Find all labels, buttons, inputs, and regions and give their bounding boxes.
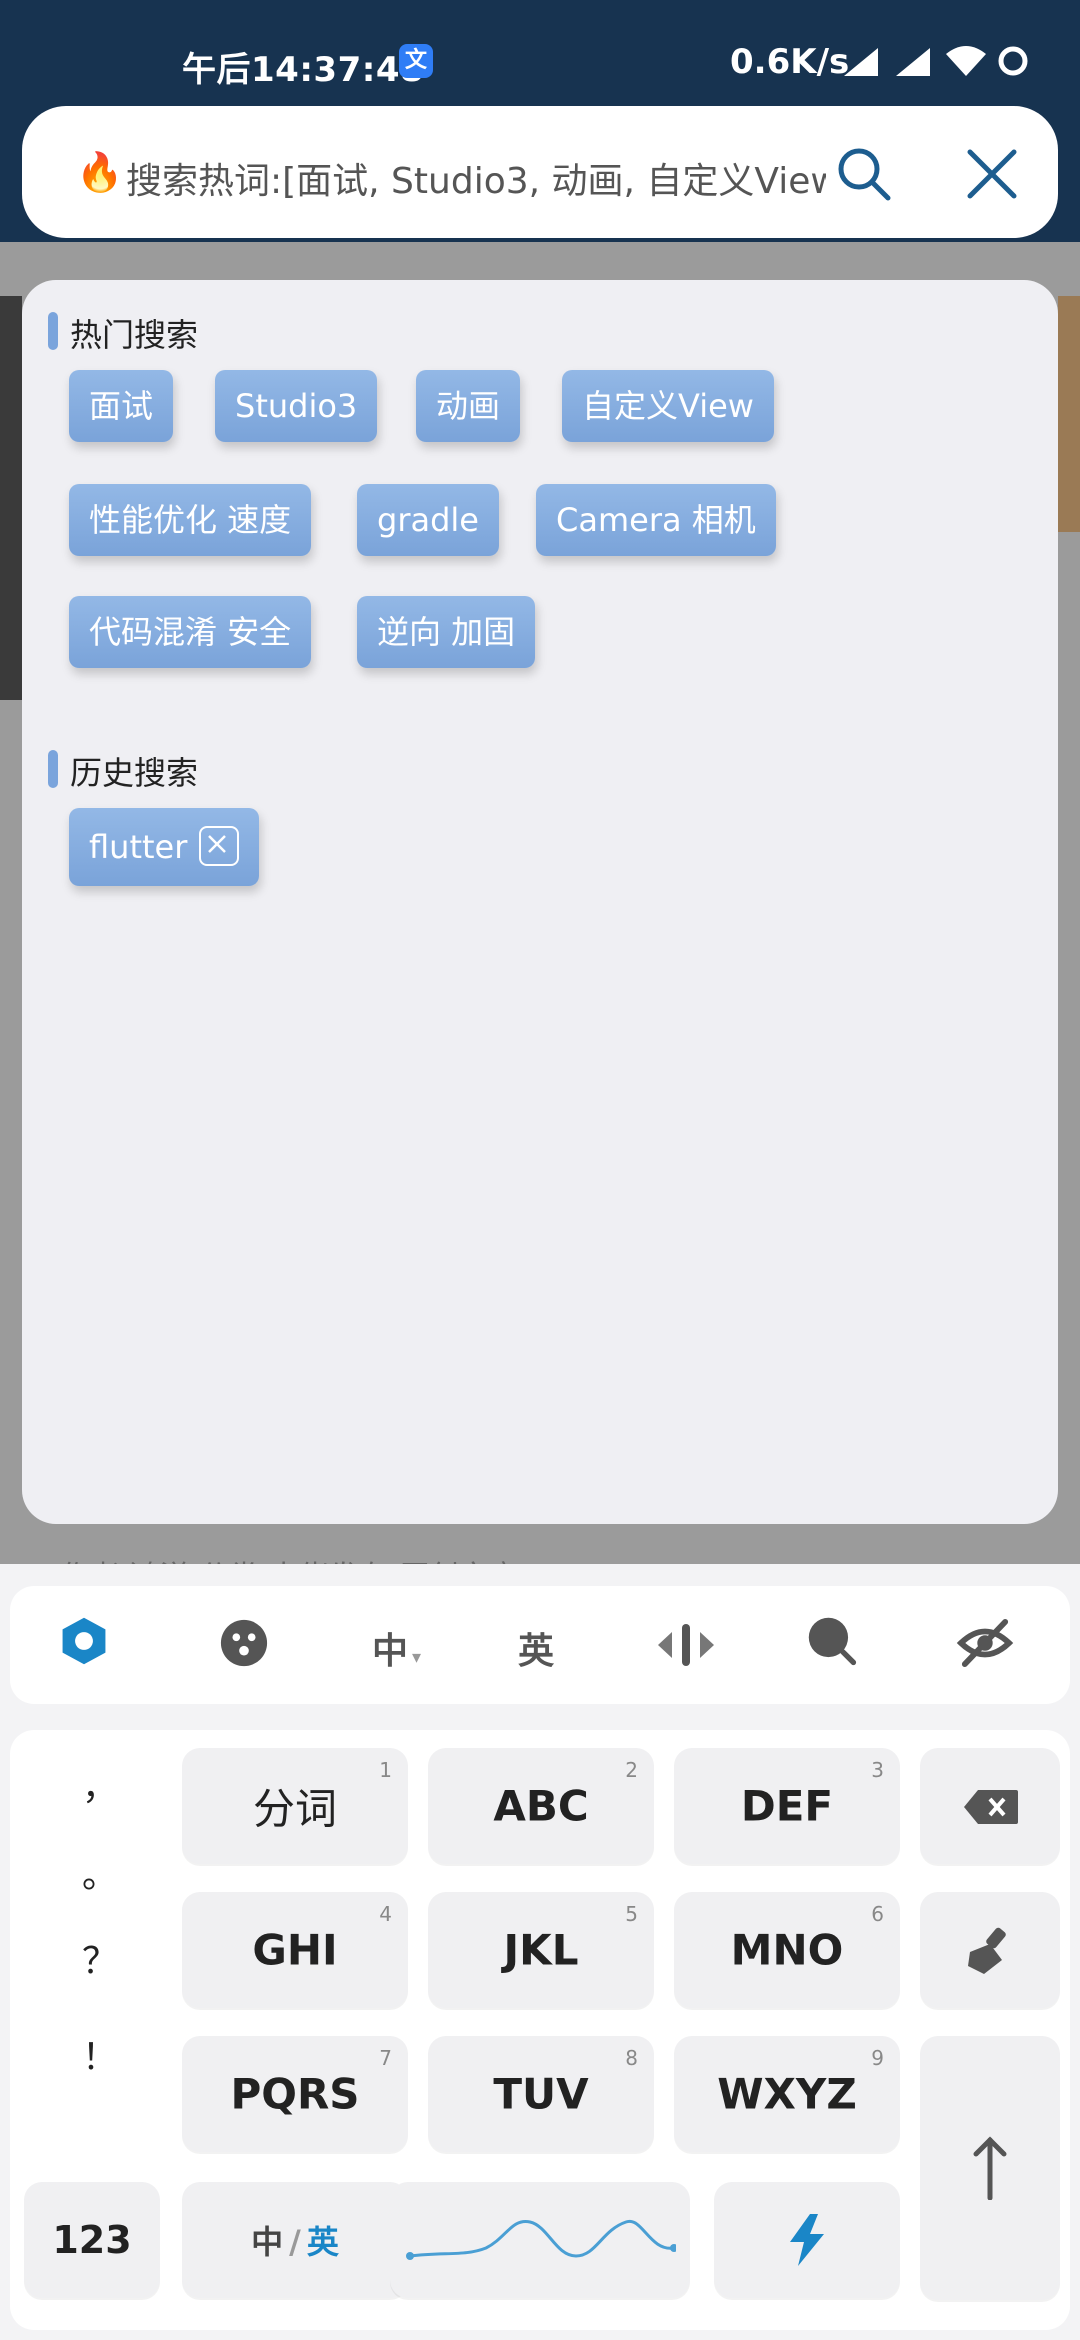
backspace-key[interactable] — [920, 1748, 1060, 1864]
signal-icon — [896, 48, 930, 76]
signal-icon — [844, 48, 878, 76]
backspace-icon — [964, 1790, 1018, 1824]
hot-tag[interactable]: Studio3 — [215, 370, 378, 442]
search-icon[interactable] — [834, 144, 894, 204]
key-1[interactable]: 1 分词 — [182, 1748, 408, 1864]
close-icon[interactable] — [962, 144, 1022, 204]
keyboard: 中 ▾ 英 ， 。 ？ ！ 1 分词 2 ABC 3 DEF 4 GHI 5 J… — [0, 1564, 1080, 2340]
header: 午后14:37:48 文 0.6K/s 🔥 搜索热词:[面试, Studio3,… — [0, 0, 1080, 242]
fire-icon: 🔥 — [76, 150, 124, 194]
hot-tag[interactable]: 逆向 加固 — [357, 596, 536, 668]
status-bar: 午后14:37:48 文 0.6K/s — [0, 42, 1080, 90]
quick-phrase-key[interactable] — [714, 2182, 900, 2298]
key-3[interactable]: 3 DEF — [674, 1748, 900, 1864]
hide-keyboard-icon[interactable] — [956, 1618, 1014, 1668]
cursor-move-icon[interactable] — [656, 1620, 716, 1670]
hot-tag[interactable]: 动画 — [416, 370, 521, 442]
voice-wave-icon — [406, 2219, 676, 2260]
history-search-title: 历史搜索 — [47, 748, 198, 794]
lightning-icon — [790, 2214, 824, 2266]
english-mode-button[interactable]: 英 — [518, 1622, 554, 1672]
history-item-label: flutter — [89, 828, 188, 866]
space-key[interactable] — [390, 2182, 690, 2298]
key-7[interactable]: 7 PQRS — [182, 2036, 408, 2152]
search-input[interactable]: 🔥 搜索热词:[面试, Studio3, 动画, 自定义View, 性能优化 速… — [22, 106, 1058, 238]
key-8[interactable]: 8 TUV — [428, 2036, 654, 2152]
search-panel: 热门搜索 面试 Studio3 动画 自定义View 性能优化 速度 gradl… — [22, 280, 1058, 1524]
emoji-icon[interactable] — [218, 1618, 270, 1668]
punct-key[interactable]: ！ — [82, 2028, 118, 2080]
key-2[interactable]: 2 ABC — [428, 1748, 654, 1864]
arrow-up-icon — [973, 2136, 1007, 2200]
key-6[interactable]: 6 MNO — [674, 1892, 900, 2008]
hot-tag[interactable]: 面试 — [69, 370, 174, 442]
translate-app-icon: 文 — [399, 44, 433, 78]
punct-key[interactable]: 。 — [82, 1846, 118, 1898]
punct-key[interactable]: ， — [82, 1758, 118, 1810]
key-5[interactable]: 5 JKL — [428, 1892, 654, 2008]
numeric-key[interactable]: 123 — [24, 2182, 160, 2298]
history-item[interactable]: flutter — [69, 808, 260, 886]
hot-tag[interactable]: 性能优化 速度 — [69, 484, 312, 556]
hot-tag[interactable]: Camera 相机 — [536, 484, 776, 556]
background-content — [0, 296, 22, 700]
keyboard-toolbar: 中 ▾ 英 — [10, 1586, 1070, 1704]
battery-icon — [998, 46, 1028, 76]
hot-tag[interactable]: 代码混淆 安全 — [69, 596, 312, 668]
lang-switch-key[interactable]: 中 / 英 — [182, 2182, 408, 2298]
search-hint[interactable]: 搜索热词:[面试, Studio3, 动画, 自定义View, 性能优化 速度,… — [126, 152, 826, 204]
clear-key[interactable] — [920, 1892, 1060, 2008]
hot-tag[interactable]: 自定义View — [562, 370, 774, 442]
keypad: ， 。 ？ ！ 1 分词 2 ABC 3 DEF 4 GHI 5 JKL 6 MNO 7 PQ… — [10, 1730, 1070, 2330]
punct-key[interactable]: ？ — [82, 1932, 118, 1984]
network-speed: 0.6K/s — [730, 42, 850, 82]
background-content — [1058, 296, 1080, 532]
wifi-icon — [946, 46, 986, 76]
logo-icon[interactable] — [56, 1616, 112, 1666]
hot-tag[interactable]: gradle — [357, 484, 499, 556]
key-9[interactable]: 9 WXYZ — [674, 2036, 900, 2152]
status-time: 午后14:37:48 — [182, 50, 425, 90]
search-icon[interactable] — [804, 1616, 860, 1666]
chinese-mode-button[interactable]: 中 ▾ — [372, 1622, 421, 1672]
enter-key[interactable] — [920, 2036, 1060, 2300]
delete-icon[interactable] — [199, 826, 240, 866]
key-4[interactable]: 4 GHI — [182, 1892, 408, 2008]
broom-icon — [968, 1927, 1006, 1974]
hot-search-title: 热门搜索 — [47, 310, 198, 356]
